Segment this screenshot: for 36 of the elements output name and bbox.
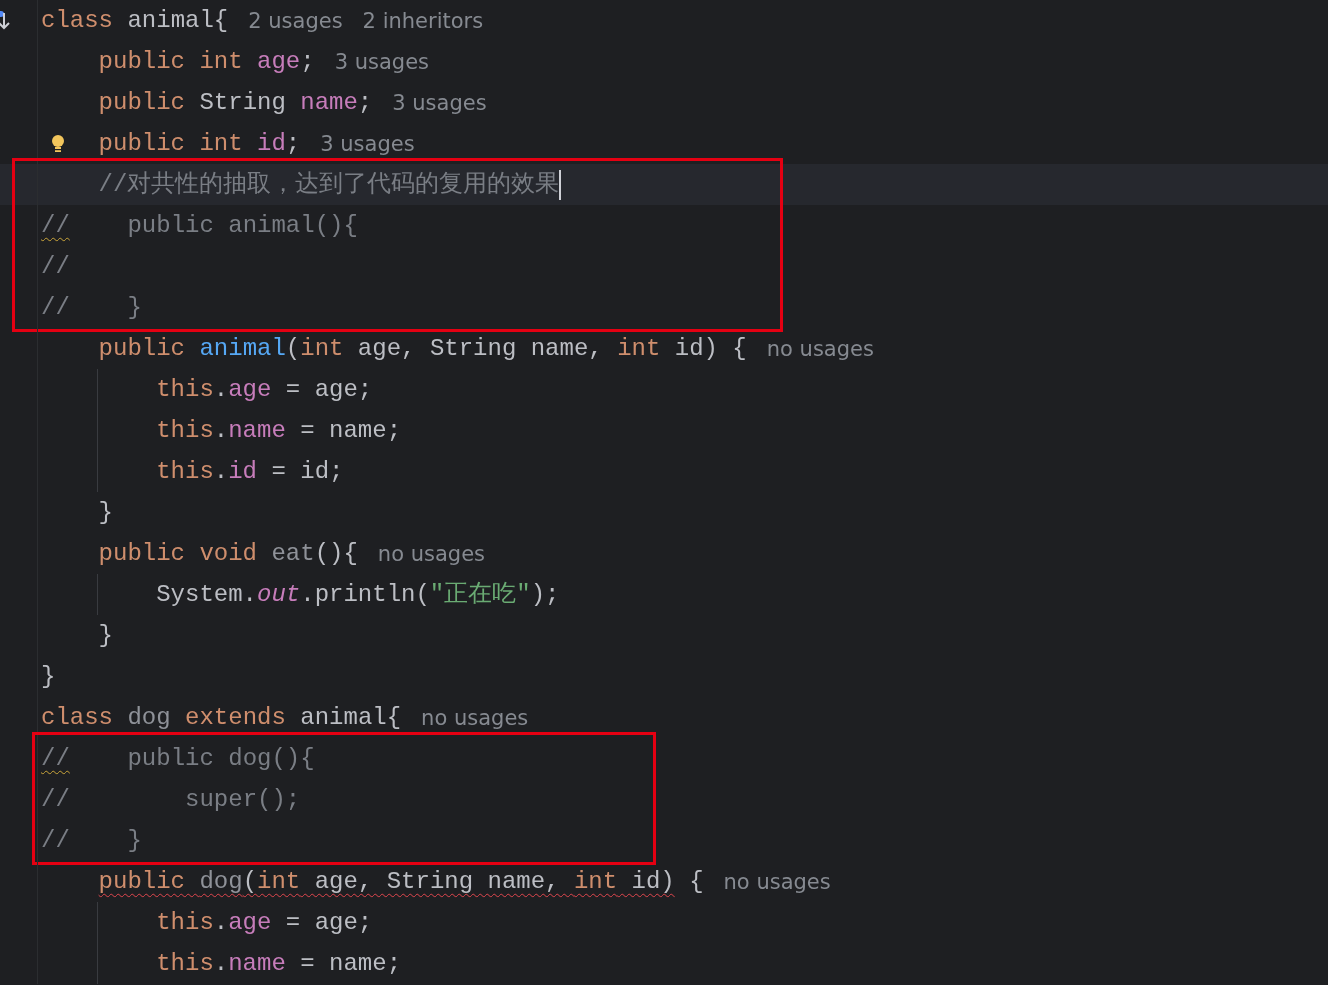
inlay-hint[interactable]: no usages — [421, 705, 529, 730]
code-line: } — [98, 623, 113, 648]
code-line: public String name; — [98, 90, 373, 115]
code-line: // — [41, 254, 70, 279]
inlay-hint[interactable]: no usages — [377, 541, 485, 566]
code-line: public int id; — [98, 131, 301, 156]
code-line: this.name = name; — [156, 951, 402, 976]
code-line: this.id = id; — [156, 459, 344, 484]
code-line: class animal{ — [41, 8, 229, 33]
code-line: public void eat(){ — [98, 541, 358, 566]
code-line: public animal(int age, String name, int id) { — [98, 336, 747, 361]
inlay-hint[interactable]: 2 usages — [248, 8, 343, 33]
code-line: public int age; — [98, 49, 315, 74]
code-line: // } — [41, 828, 142, 853]
code-line: // super(); — [41, 787, 301, 812]
code-line: this.age = age; — [156, 910, 373, 935]
code-line: //对共性的抽取，达到了代码的复用的效果 — [98, 172, 560, 197]
code-line: // public dog(){ — [41, 746, 315, 771]
code-line: public dog(int age, String name, int id) { — [98, 869, 704, 894]
inlay-hint[interactable]: no usages — [766, 336, 874, 361]
inlay-hint[interactable]: 3 usages — [320, 131, 415, 156]
inlay-hint[interactable]: 2 inheritors — [362, 8, 484, 33]
code-line: } — [98, 500, 113, 525]
implemented-arrow-icon[interactable] — [0, 10, 10, 31]
code-line: // } — [41, 295, 142, 320]
lightbulb-icon[interactable] — [50, 133, 66, 154]
code-line: class dog extends animal{ — [41, 705, 402, 730]
code-line: } — [41, 664, 56, 689]
code-line: // public animal(){ — [41, 213, 358, 238]
text-cursor — [559, 169, 562, 200]
inlay-hint[interactable]: 3 usages — [392, 90, 487, 115]
code-line: this.age = age; — [156, 377, 373, 402]
inlay-hint[interactable]: 3 usages — [334, 49, 429, 74]
code-line: this.name = name; — [156, 418, 402, 443]
inlay-hint[interactable]: no usages — [723, 869, 831, 894]
code-line: System.out.println("正在吃"); — [156, 582, 560, 607]
